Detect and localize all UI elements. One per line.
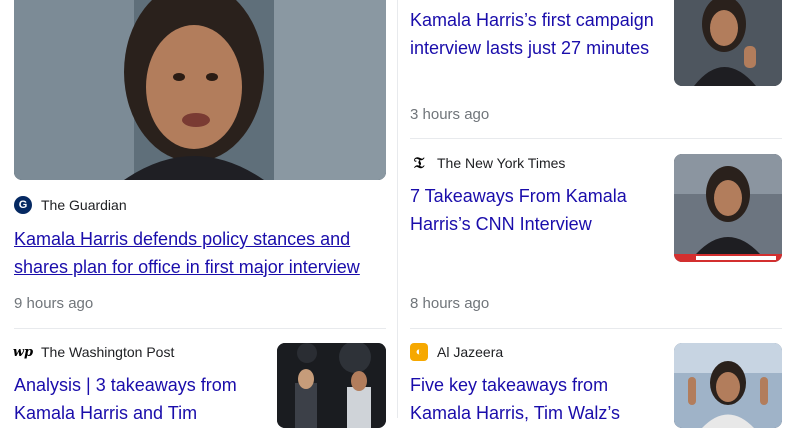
headline-link[interactable]: 7 Takeaways From Kamala Harris’s CNN Int… [410,182,660,238]
source-row: 𝔗 The New York Times [410,153,565,173]
timestamp: 8 hours ago [410,295,490,312]
source-row: G The Guardian [14,195,127,215]
source-row: wp The Washington Post [12,342,175,362]
timestamp: 9 hours ago [14,295,94,312]
column-divider [397,0,398,418]
source-name: The Washington Post [41,344,175,360]
timestamp: 3 hours ago [410,106,490,123]
row-divider [14,328,386,329]
article-thumbnail[interactable] [674,154,782,262]
headline-link[interactable]: Analysis | 3 takeaways from Kamala Harri… [14,371,269,427]
headline-link[interactable]: Kamala Harris defends policy stances and… [14,225,386,281]
source-name: The Guardian [41,197,127,213]
row-divider [410,328,782,329]
article-thumbnail[interactable] [277,343,386,428]
article-thumbnail[interactable] [674,0,782,86]
article-thumbnail[interactable] [14,0,386,180]
guardian-logo-icon: G [14,196,32,214]
source-name: The New York Times [437,155,566,171]
source-name: Al Jazeera [437,344,504,360]
headline-link[interactable]: Kamala Harris’s first campaign interview… [410,6,660,62]
source-row: ◐ Al Jazeera [410,342,503,362]
wapo-logo-icon: wp [12,343,34,361]
article-thumbnail[interactable] [674,343,782,428]
aljazeera-logo-icon: ◐ [410,343,428,361]
nyt-logo-icon: 𝔗 [410,153,428,172]
headline-link[interactable]: Five key takeaways from Kamala Harris, T… [410,371,665,427]
row-divider [410,138,782,139]
